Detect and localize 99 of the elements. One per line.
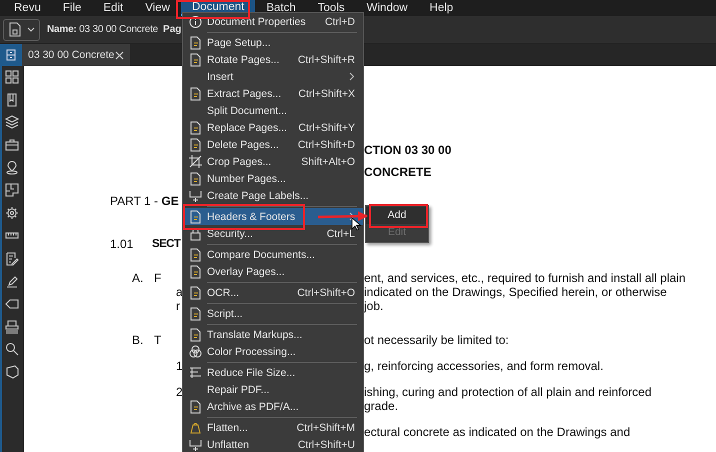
menu-item[interactable]: Delete Pages... Ctrl+Shift+D xyxy=(183,136,363,153)
paragraph-text: r xyxy=(176,299,181,313)
menu-item[interactable]: Document Properties Ctrl+D xyxy=(183,13,363,30)
document-icon xyxy=(8,22,20,37)
cabinet-icon xyxy=(6,49,16,61)
grid-icon[interactable] xyxy=(5,70,19,84)
paragraph-text: T xyxy=(154,333,160,347)
menu-item[interactable]: Replace Pages... Ctrl+Shift+Y xyxy=(183,119,363,136)
menu-item[interactable]: Reduce File Size... xyxy=(183,364,363,381)
tray-icon xyxy=(188,188,202,202)
part-heading: PART 1 - GE xyxy=(110,194,179,208)
tray-icon xyxy=(188,438,202,452)
shape-icon[interactable] xyxy=(5,364,19,379)
menu-item[interactable]: Unflatten Ctrl+Shift+U xyxy=(183,436,363,452)
menu-bar-item[interactable]: Edit xyxy=(92,0,134,16)
paragraph-text: 2 xyxy=(176,385,182,399)
paragraph-text: ent, and services, etc., required to furnish and install all plain xyxy=(364,271,686,285)
page-icon xyxy=(188,86,202,100)
page-label: Pag xyxy=(163,24,182,35)
paragraph-text: 1 xyxy=(176,359,182,373)
page-icon xyxy=(188,264,202,278)
page-icon xyxy=(188,172,202,186)
page-icon xyxy=(188,210,202,224)
document-tab[interactable]: 03 30 00 Concrete xyxy=(22,44,130,66)
menu-bar-item[interactable]: Tools xyxy=(306,0,356,16)
paragraph-text: g, reinforcing accessories, and form removal. xyxy=(364,359,604,373)
page-icon xyxy=(188,36,202,50)
file-button[interactable] xyxy=(3,18,40,40)
page-icon xyxy=(188,306,202,320)
mouse-cursor-icon xyxy=(352,217,362,231)
book-icon[interactable] xyxy=(5,92,19,107)
menu-item[interactable]: Headers & Footers xyxy=(183,208,363,225)
menu-item[interactable]: Number Pages... xyxy=(183,170,363,187)
list-marker: 1.01 xyxy=(110,237,134,251)
info-icon xyxy=(188,14,202,28)
menu-item[interactable]: Split Document... xyxy=(183,102,363,119)
section-heading: CTION 03 30 00 xyxy=(364,143,452,157)
search-icon[interactable] xyxy=(5,342,19,356)
menu-item[interactable]: Rotate Pages... Ctrl+Shift+R xyxy=(183,51,363,68)
menu-item[interactable]: OCR... Ctrl+Shift+O xyxy=(183,284,363,301)
paragraph-text: indicated on the Drawings, Specified herein, or otherwise xyxy=(364,285,667,299)
menu-item[interactable]: Overlay Pages... xyxy=(183,263,363,280)
menu-item[interactable]: Security... Ctrl+L xyxy=(183,225,363,242)
paragraph-text: ishing, curing and protection of all plain and reinforced xyxy=(364,385,652,399)
menu-bar-item[interactable]: File xyxy=(52,0,92,16)
map-pin-icon[interactable] xyxy=(5,160,19,175)
page-icon xyxy=(188,328,202,342)
paragraph-text: F xyxy=(154,271,160,285)
menu-item[interactable]: Archive as PDF/A... xyxy=(183,398,363,415)
page-icon xyxy=(188,52,202,66)
crop-icon xyxy=(188,154,202,168)
page-icon xyxy=(188,286,202,300)
page-icon xyxy=(188,138,202,152)
menu-bar-item[interactable]: Help xyxy=(418,0,464,16)
printer-icon[interactable] xyxy=(5,320,19,334)
menu-item[interactable]: Compare Documents... xyxy=(183,246,363,263)
highlight-frame xyxy=(369,204,428,228)
paragraph-text: a xyxy=(176,285,182,299)
menu-bar-item[interactable]: Revu xyxy=(3,0,52,16)
list-marker: A. xyxy=(132,271,144,285)
note-icon[interactable] xyxy=(5,252,19,266)
page-icon xyxy=(188,248,202,262)
annotation-arrow xyxy=(318,211,368,222)
paragraph-text: ectural concrete as indicated on the Drawings and xyxy=(364,425,630,439)
menu-item[interactable]: Extract Pages... Ctrl+Shift+X xyxy=(183,85,363,102)
bars-icon xyxy=(188,366,202,380)
weight-icon xyxy=(188,420,202,434)
section-heading: CONCRETE xyxy=(364,165,432,179)
menu-bar-item[interactable]: View xyxy=(134,0,181,16)
gear-icon[interactable] xyxy=(5,206,19,220)
menu-item[interactable]: Translate Markups... xyxy=(183,326,363,343)
pen-icon[interactable] xyxy=(5,274,19,288)
circles-icon xyxy=(188,344,202,358)
page-icon xyxy=(188,400,202,414)
menu-item[interactable]: Crop Pages... Shift+Alt+O xyxy=(183,153,363,170)
menu-bar-item[interactable]: Window xyxy=(356,0,419,16)
menu-bar-item[interactable]: Batch xyxy=(255,0,307,16)
menu-item[interactable]: Script... xyxy=(183,305,363,322)
paragraph-text: job. xyxy=(364,299,384,313)
layers-icon[interactable] xyxy=(5,115,19,130)
panel-toggle[interactable] xyxy=(0,44,22,66)
paragraph-text: grade. xyxy=(364,399,398,413)
list-marker: B. xyxy=(132,333,144,347)
floor-plan-icon[interactable] xyxy=(5,183,19,198)
menu-item[interactable]: Page Setup... xyxy=(183,34,363,51)
menu-item[interactable]: Create Page Labels... xyxy=(183,187,363,204)
menu-item[interactable]: Flatten... Ctrl+Shift+M xyxy=(183,419,363,436)
paragraph-text: ot necessarily be limited to: xyxy=(364,333,509,347)
tag-icon[interactable] xyxy=(5,296,19,311)
menu-item[interactable]: Repair PDF... xyxy=(183,381,363,398)
toolbox-icon[interactable] xyxy=(5,138,19,152)
menu-item[interactable]: Insert xyxy=(183,68,363,85)
menu-item[interactable]: Color Processing... xyxy=(183,343,363,360)
document-name: Name: 03 30 00 Concrete xyxy=(47,24,158,35)
section-title: SECT xyxy=(152,237,180,251)
menu-item[interactable]: Add xyxy=(366,207,428,224)
page-icon xyxy=(188,120,202,134)
caret-icon xyxy=(26,27,34,32)
close-icon[interactable] xyxy=(115,50,124,60)
